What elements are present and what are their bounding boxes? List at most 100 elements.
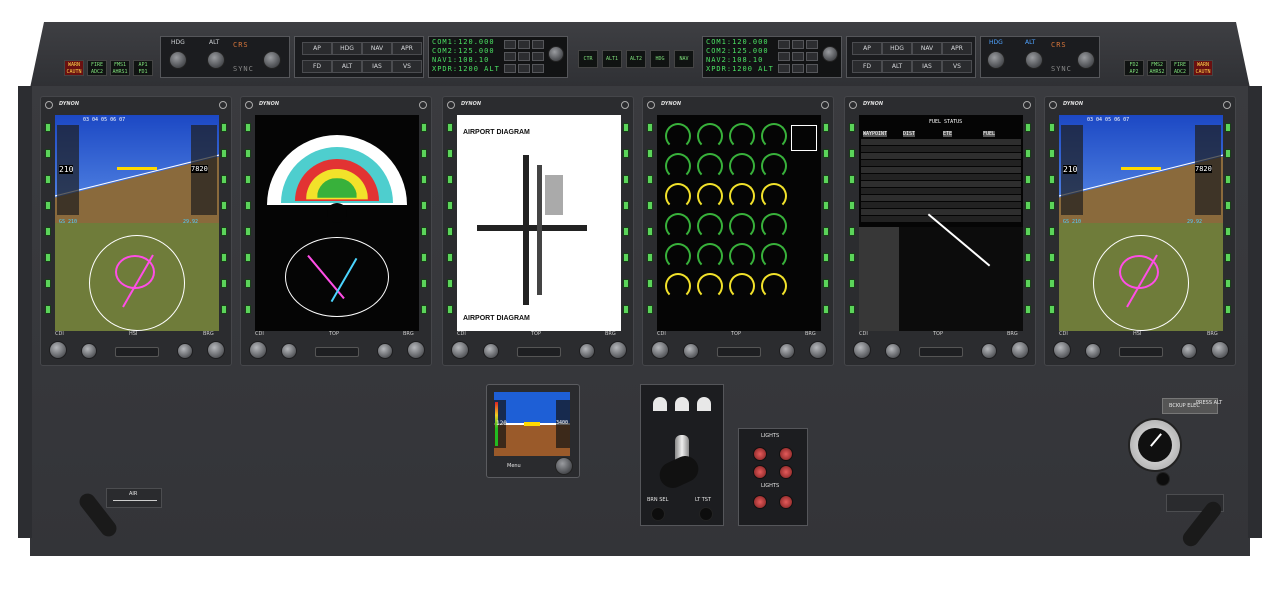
power-icon[interactable] [849, 101, 857, 109]
softkey-left[interactable] [1049, 201, 1055, 210]
softkey-right[interactable] [421, 123, 427, 132]
display-knob-right[interactable] [377, 343, 393, 359]
display-knob-right[interactable] [177, 343, 193, 359]
softkey-left[interactable] [447, 305, 453, 314]
softkey-left[interactable] [245, 279, 251, 288]
radio-left-key[interactable] [504, 64, 516, 73]
radio-left-key[interactable] [532, 64, 544, 73]
right-annunciator-2[interactable]: FIRE ADC2 [1170, 60, 1190, 76]
softkey-left[interactable] [1049, 279, 1055, 288]
fms-row[interactable] [861, 195, 1021, 201]
hdg-knob-right[interactable] [987, 51, 1005, 69]
softkey-right[interactable] [1025, 175, 1031, 184]
ap-right-hdg-button[interactable]: HDG [882, 42, 912, 55]
power-icon[interactable] [447, 101, 455, 109]
softkey-right[interactable] [1225, 253, 1231, 262]
display-knob-left[interactable] [451, 341, 469, 359]
softkey-left[interactable] [245, 201, 251, 210]
softkey-left[interactable] [45, 227, 51, 236]
settings-icon[interactable] [219, 101, 227, 109]
display-knob-left[interactable] [651, 341, 669, 359]
display-knob-right[interactable] [1181, 343, 1197, 359]
softkey-left[interactable] [849, 253, 855, 262]
fuel-valve-icon[interactable] [675, 397, 689, 411]
fuel-valve-icon[interactable] [653, 397, 667, 411]
display-knob-left-2[interactable] [81, 343, 97, 359]
ap-right-bottom-alt-button[interactable]: ALT [882, 60, 912, 73]
softkey-right[interactable] [421, 175, 427, 184]
standby-knob[interactable] [555, 457, 573, 475]
ap-right-bottom-fd-button[interactable]: FD [852, 60, 882, 73]
display-rocker[interactable] [919, 347, 963, 357]
left-annunciator-3[interactable]: AP1 FD1 [133, 60, 153, 76]
softkey-left[interactable] [45, 149, 51, 158]
softkey-left[interactable] [849, 123, 855, 132]
alt-knob-right[interactable] [1025, 51, 1043, 69]
softkey-right[interactable] [421, 279, 427, 288]
radio-right-key[interactable] [792, 40, 804, 49]
display-rocker[interactable] [315, 347, 359, 357]
softkey-left[interactable] [447, 227, 453, 236]
softkey-left[interactable] [647, 253, 653, 262]
ap-left-apr-button[interactable]: APR [392, 42, 422, 55]
softkey-left[interactable] [245, 253, 251, 262]
fms-row[interactable] [861, 139, 1021, 145]
display-knob-right[interactable] [981, 343, 997, 359]
fms-row[interactable] [861, 181, 1021, 187]
radio-right-key[interactable] [806, 52, 818, 61]
gauge-knob[interactable] [1156, 472, 1170, 486]
softkey-left[interactable] [45, 175, 51, 184]
radio-left-key[interactable] [532, 52, 544, 61]
display-knob-right-2[interactable] [407, 341, 425, 359]
softkey-right[interactable] [623, 201, 629, 210]
light-switch[interactable] [753, 495, 767, 509]
softkey-right[interactable] [623, 123, 629, 132]
softkey-right[interactable] [221, 123, 227, 132]
center-button-hdg[interactable]: HDG [650, 50, 670, 68]
radio-left-key[interactable] [518, 40, 530, 49]
display-knob-left[interactable] [1053, 341, 1071, 359]
softkey-right[interactable] [823, 305, 829, 314]
softkey-left[interactable] [245, 305, 251, 314]
softkey-right[interactable] [623, 279, 629, 288]
softkey-right[interactable] [1025, 279, 1031, 288]
ap-left-bottom-vs-button[interactable]: VS [392, 60, 422, 73]
softkey-left[interactable] [45, 305, 51, 314]
light-switch[interactable] [753, 465, 767, 479]
softkey-left[interactable] [647, 201, 653, 210]
softkey-right[interactable] [1025, 227, 1031, 236]
hdg-knob[interactable] [169, 51, 187, 69]
softkey-right[interactable] [623, 149, 629, 158]
softkey-left[interactable] [1049, 175, 1055, 184]
power-icon[interactable] [1049, 101, 1057, 109]
softkey-right[interactable] [221, 175, 227, 184]
softkey-left[interactable] [849, 175, 855, 184]
softkey-left[interactable] [1049, 227, 1055, 236]
fms-row[interactable] [861, 216, 1021, 222]
display-knob-left[interactable] [49, 341, 67, 359]
softkey-right[interactable] [421, 227, 427, 236]
softkey-left[interactable] [647, 227, 653, 236]
softkey-right[interactable] [221, 201, 227, 210]
softkey-right[interactable] [823, 149, 829, 158]
crs-knob[interactable] [263, 51, 281, 69]
softkey-right[interactable] [221, 149, 227, 158]
display-rocker[interactable] [517, 347, 561, 357]
softkey-left[interactable] [447, 201, 453, 210]
softkey-left[interactable] [849, 201, 855, 210]
standby-menu-button[interactable]: Menu [507, 463, 521, 469]
ap-left-ap-button[interactable]: AP [302, 42, 332, 55]
display-knob-right-2[interactable] [1011, 341, 1029, 359]
fms-row[interactable] [861, 209, 1021, 215]
softkey-right[interactable] [421, 253, 427, 262]
softkey-left[interactable] [447, 253, 453, 262]
softkey-right[interactable] [1025, 149, 1031, 158]
display-knob-left-2[interactable] [1085, 343, 1101, 359]
softkey-left[interactable] [45, 123, 51, 132]
softkey-right[interactable] [823, 279, 829, 288]
radio-right-key[interactable] [792, 64, 804, 73]
softkey-right[interactable] [1225, 123, 1231, 132]
softkey-right[interactable] [1025, 123, 1031, 132]
ap-right-bottom-vs-button[interactable]: VS [942, 60, 972, 73]
lt-tst-button[interactable] [699, 507, 713, 521]
